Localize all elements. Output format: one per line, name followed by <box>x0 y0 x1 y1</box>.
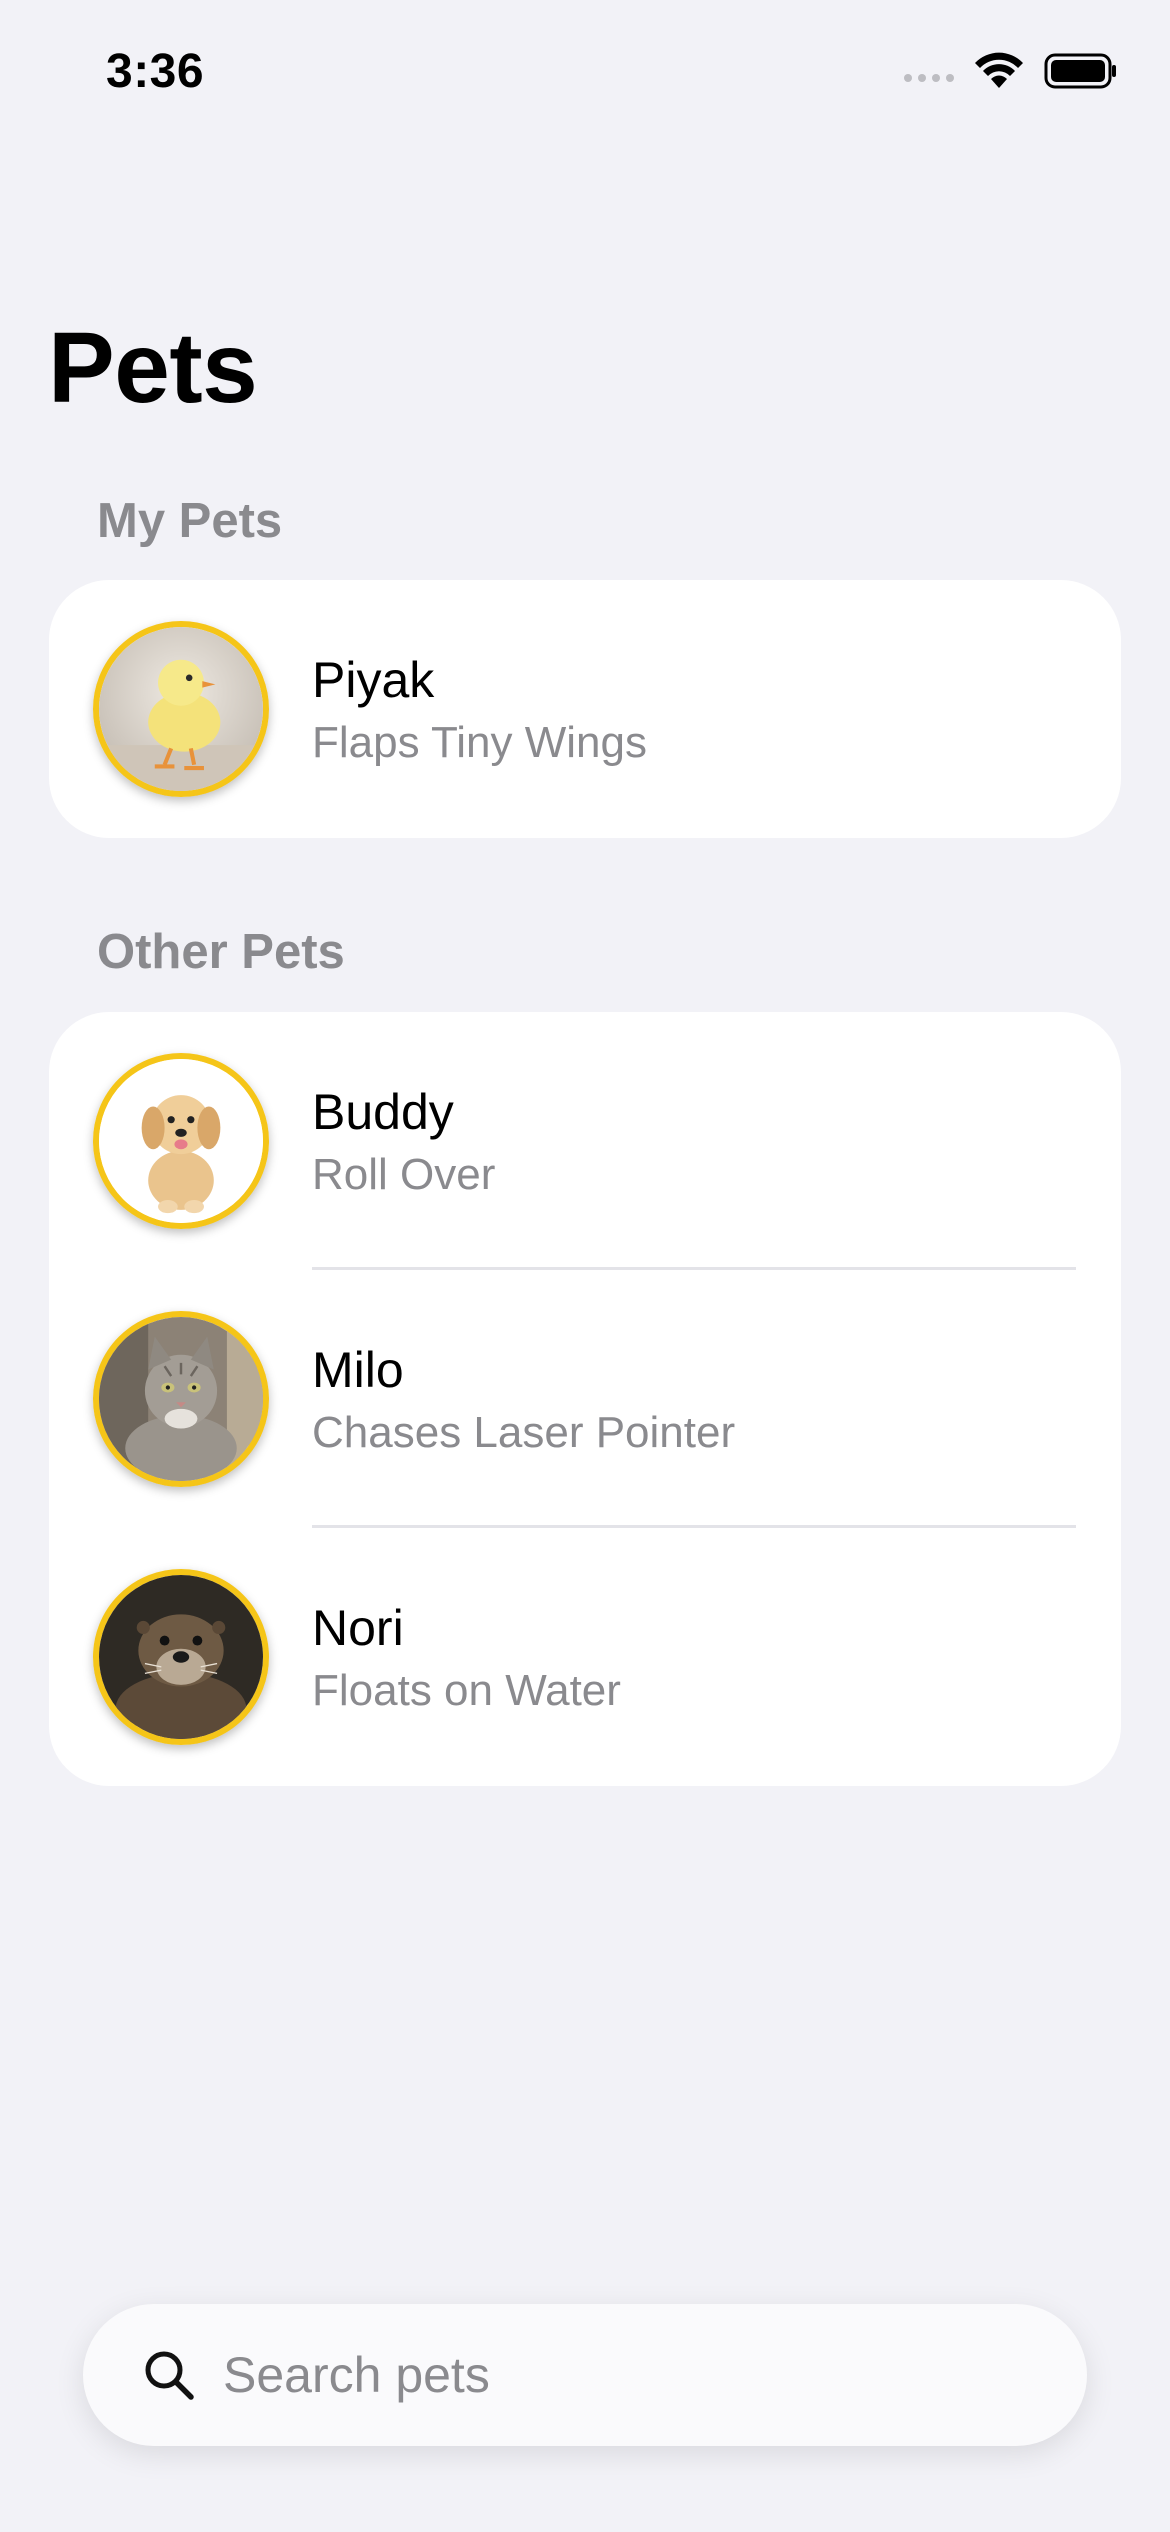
search-bar[interactable] <box>83 2304 1087 2446</box>
section-header-other-pets: Other Pets <box>97 925 345 979</box>
status-bar: 3:36 <box>0 0 1170 150</box>
my-pets-card: Piyak Flaps Tiny Wings <box>49 580 1121 838</box>
pet-row-buddy[interactable]: Buddy Roll Over <box>49 1012 1121 1270</box>
status-time: 3:36 <box>106 45 205 98</box>
wifi-icon <box>974 52 1024 90</box>
search-input[interactable] <box>223 2304 1043 2446</box>
pet-row-milo[interactable]: Milo Chases Laser Pointer <box>49 1270 1121 1528</box>
pet-name: Buddy <box>312 1084 454 1140</box>
chick-avatar-icon <box>93 621 269 797</box>
pet-trick: Floats on Water <box>312 1666 621 1715</box>
cellular-signal-icon <box>904 74 954 82</box>
pet-row-nori[interactable]: Nori Floats on Water <box>49 1528 1121 1786</box>
pet-trick: Flaps Tiny Wings <box>312 718 647 767</box>
battery-icon <box>1044 52 1118 90</box>
search-icon <box>145 2351 194 2400</box>
pet-trick: Chases Laser Pointer <box>312 1408 736 1457</box>
pet-name: Piyak <box>312 652 435 708</box>
otter-avatar-icon <box>93 1569 269 1745</box>
section-header-my-pets: My Pets <box>97 494 283 548</box>
status-indicators <box>904 52 1118 90</box>
pet-name: Nori <box>312 1600 404 1656</box>
pet-row-piyak[interactable]: Piyak Flaps Tiny Wings <box>49 580 1121 838</box>
pet-name: Milo <box>312 1342 404 1398</box>
page-title: Pets <box>48 312 258 424</box>
other-pets-card: Buddy Roll Over Milo Chases Laser Pointe… <box>49 1012 1121 1786</box>
cat-avatar-icon <box>93 1311 269 1487</box>
pet-trick: Roll Over <box>312 1150 496 1199</box>
puppy-avatar-icon <box>93 1053 269 1229</box>
